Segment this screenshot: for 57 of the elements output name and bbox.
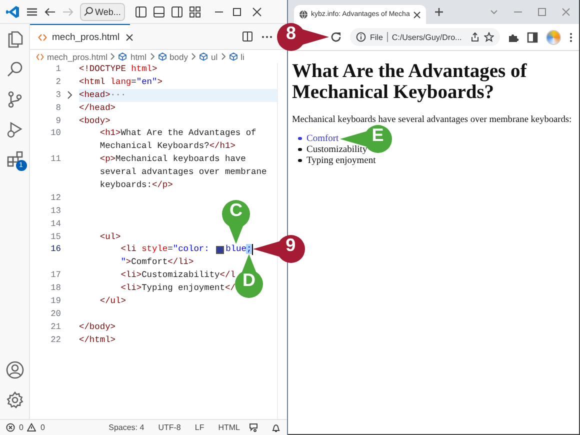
code-text: <h1>What Are the Advantages of [98, 127, 256, 140]
status-item[interactable]: HTML [213, 423, 245, 432]
list-item: Typing enjoyment [306, 156, 376, 166]
line-number: 14 [50, 218, 61, 231]
page-heading: What Are the Advantages of Mechanical Keyboards? [292, 61, 528, 103]
code-text: <ul> [98, 230, 121, 244]
page-paragraph: Mechanical keyboards have several advantages over membrane keyboards: [292, 115, 573, 125]
breadcrumb-item[interactable]: li [240, 52, 244, 62]
line-number: 8 [54, 102, 61, 115]
status-item[interactable]: UTF-8 [153, 423, 186, 432]
line-number: 21 [50, 320, 61, 334]
line-number: 9 [54, 114, 61, 128]
code-text: <li style="color: [120, 243, 210, 256]
line-number: 22 [50, 334, 61, 347]
line-number: 17 [50, 269, 61, 282]
line-number: 16 [50, 243, 61, 256]
list-item: Comfort [306, 134, 339, 144]
line-number: 10 [50, 127, 61, 140]
line-number: 1 [54, 63, 61, 76]
code-text: <body> [79, 114, 110, 128]
line-number: 11 [50, 153, 61, 166]
line-number: 12 [50, 192, 61, 205]
breadcrumb-item[interactable]: mech_pros.html [47, 52, 108, 62]
breadcrumb-item[interactable]: ul [210, 52, 218, 62]
code-text: </ul> [98, 295, 126, 308]
breadcrumb-item[interactable]: html [130, 52, 147, 62]
code-text: <li>Customizability</l [120, 269, 236, 282]
status-item[interactable]: LF [190, 423, 210, 432]
code-text: <html lang="en"> [79, 76, 162, 89]
code-text: </html> [79, 334, 116, 347]
search-field[interactable]: Web... [80, 2, 125, 20]
code-text: several advantages over membrane [98, 166, 267, 180]
code-text: ">Comfort</li> [120, 256, 194, 270]
code-text: <head>··· [79, 88, 126, 102]
file-tab[interactable]: mech_pros.html [30, 24, 130, 49]
error-count[interactable]: 0 [19, 423, 24, 432]
address-field[interactable]: C:/Users/Guy/Dro... [392, 32, 462, 42]
code-text: </body> [79, 320, 116, 334]
line-number: 3 [54, 88, 61, 102]
code-text: blue; [226, 243, 252, 256]
code-text: </head> [79, 102, 116, 115]
line-number: 15 [50, 230, 61, 244]
line-number: 20 [50, 308, 61, 321]
breadcrumb-item[interactable]: body [170, 52, 188, 62]
code-text: <li>Typing enjoyment</ [120, 282, 236, 296]
site-scheme: File [370, 32, 383, 42]
list-item: Customizability [306, 144, 368, 154]
line-number: 18 [50, 282, 61, 296]
status-item[interactable]: Spaces: 4 [104, 423, 150, 432]
line-number: 13 [50, 204, 61, 218]
code-text: keyboards:</p> [98, 179, 173, 192]
warning-count[interactable]: 0 [40, 423, 45, 432]
code-text: <!DOCTYPE html> [79, 63, 158, 76]
line-number: 2 [54, 76, 61, 89]
line-number: 19 [50, 295, 61, 308]
code-text: <p>Mechanical keyboards have [98, 153, 246, 166]
code-text: Mechanical Keyboards?</h1> [98, 140, 236, 154]
